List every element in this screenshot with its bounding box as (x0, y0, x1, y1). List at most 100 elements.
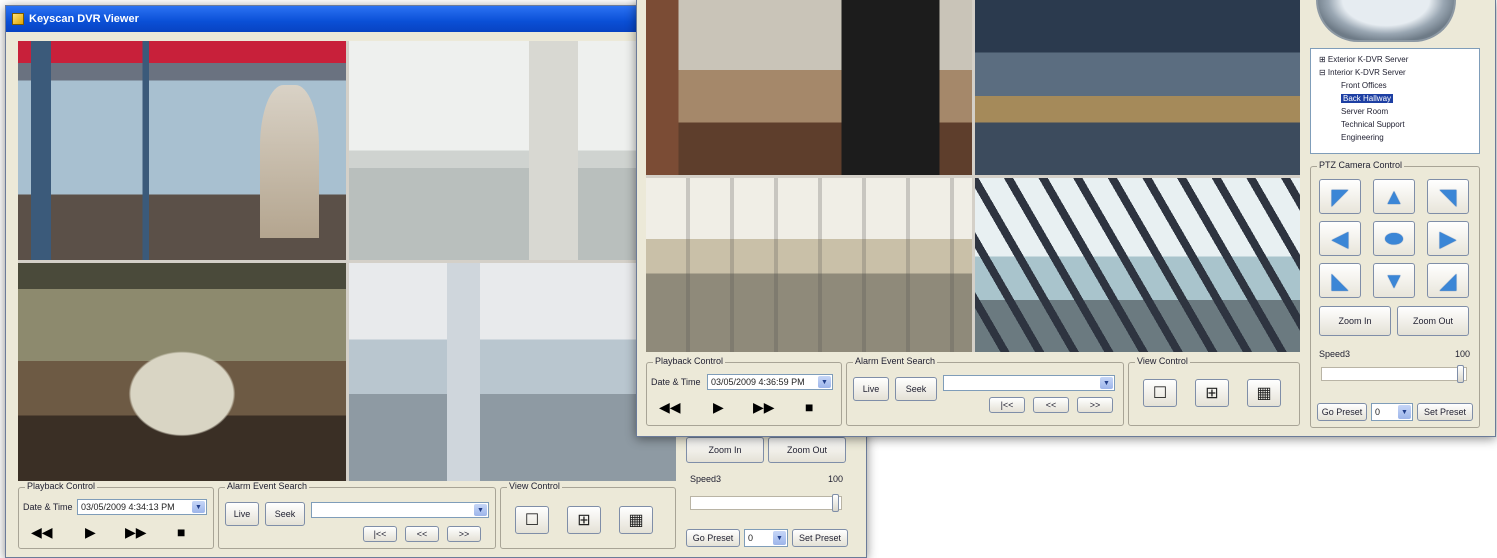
go-preset-button[interactable]: Go Preset (686, 529, 740, 547)
fast-forward-button[interactable]: ▶▶ (125, 524, 147, 541)
datetime-picker[interactable]: 03/05/2009 4:36:59 PM ▼ (707, 374, 833, 390)
app-icon (12, 13, 24, 25)
stop-button[interactable]: ■ (805, 399, 813, 415)
pan-down-right-button[interactable]: ◢ (1427, 263, 1469, 298)
speed-slider-thumb[interactable] (832, 494, 839, 512)
zoom-out-button[interactable]: Zoom Out (768, 437, 846, 463)
rewind-button[interactable]: ◀◀ (659, 399, 681, 416)
camera-view-4[interactable] (974, 177, 1300, 352)
quad-view-icon: ⊞ (1205, 385, 1219, 402)
chevron-down-icon[interactable]: ▼ (1100, 377, 1113, 389)
chevron-down-icon[interactable]: ▼ (1398, 405, 1411, 419)
speed-max-label: 100 (828, 474, 844, 484)
arrow-up-icon: ▲ (1383, 183, 1405, 209)
first-event-button[interactable]: |<< (363, 526, 397, 542)
quad-view-button[interactable]: ⊞ (567, 506, 601, 534)
arrow-down-left-icon: ◣ (1331, 267, 1349, 293)
camera-view-2[interactable] (348, 41, 676, 260)
chevron-down-icon[interactable]: ▼ (192, 501, 205, 513)
next-event-button[interactable]: >> (1077, 397, 1113, 413)
pan-down-button[interactable]: ▼ (1373, 263, 1415, 298)
nine-view-button[interactable]: ▦ (1247, 379, 1281, 407)
alarm-event-select[interactable]: ▼ (943, 375, 1115, 391)
pan-left-button[interactable]: ◀ (1319, 221, 1361, 256)
live-button[interactable]: Live (225, 502, 259, 526)
speed-slider[interactable] (1321, 367, 1467, 381)
rewind-button[interactable]: ◀◀ (31, 524, 53, 541)
single-view-icon: ☐ (1152, 385, 1168, 402)
single-view-button[interactable]: ☐ (1143, 379, 1177, 407)
camera-view-4[interactable] (348, 262, 676, 481)
center-circle-icon: ⬬ (1384, 225, 1404, 251)
arrow-up-right-icon: ◥ (1439, 183, 1457, 209)
fast-forward-button[interactable]: ▶▶ (753, 399, 775, 416)
speed-slider-thumb[interactable] (1457, 365, 1464, 383)
alarm-event-select[interactable]: ▼ (311, 502, 489, 518)
set-preset-button[interactable]: Set Preset (792, 529, 848, 547)
pan-down-left-button[interactable]: ◣ (1319, 263, 1361, 298)
group-title: Alarm Event Search (853, 356, 938, 366)
alarm-event-search-group: Alarm Event Search Live Seek ▼ |<< << >> (846, 356, 1124, 426)
seek-button[interactable]: Seek (265, 502, 305, 526)
nine-view-icon: ▦ (1256, 385, 1272, 402)
play-button[interactable]: ▶ (713, 399, 724, 416)
next-event-button[interactable]: >> (447, 526, 481, 542)
tree-node-back-hallway[interactable]: Back Hallway (1341, 94, 1394, 103)
tree-node-technical-support[interactable]: Technical Support (1341, 120, 1405, 129)
chevron-down-icon[interactable]: ▼ (818, 376, 831, 388)
set-preset-button[interactable]: Set Preset (1417, 403, 1473, 421)
stop-button[interactable]: ■ (177, 524, 185, 540)
speed-label: Speed3 (1319, 349, 1351, 359)
zoom-out-button[interactable]: Zoom Out (1397, 306, 1469, 336)
tree-node-engineering[interactable]: Engineering (1341, 133, 1384, 142)
server-camera-tree[interactable]: ⊞ Exterior K-DVR Server ⊟ Interior K-DVR… (1310, 48, 1480, 154)
datetime-picker[interactable]: 03/05/2009 4:34:13 PM ▼ (77, 499, 207, 515)
camera-view-1[interactable] (646, 0, 972, 175)
arrow-down-icon: ▼ (1383, 267, 1405, 293)
preset-select[interactable]: 0 ▼ (1371, 403, 1413, 421)
tree-node-exterior-server[interactable]: ⊞ Exterior K-DVR Server (1319, 55, 1408, 64)
ptz-camera-control-group: PTZ Camera Control ◤ ▲ ◥ ◀ ⬬ ▶ ◣ ▼ ◢ Zoo… (1310, 160, 1480, 428)
single-view-icon: ☐ (524, 512, 540, 529)
chevron-down-icon[interactable]: ▼ (773, 531, 786, 545)
speed-slider[interactable] (690, 496, 842, 510)
camera-view-2[interactable] (974, 0, 1300, 175)
quad-view-icon: ⊞ (577, 512, 591, 529)
tree-node-interior-server[interactable]: ⊟ Interior K-DVR Server (1319, 68, 1406, 77)
pan-up-left-button[interactable]: ◤ (1319, 179, 1361, 214)
tree-node-front-offices[interactable]: Front Offices (1341, 81, 1387, 90)
tree-node-server-room[interactable]: Server Room (1341, 107, 1388, 116)
group-title: Playback Control (25, 481, 98, 491)
nine-view-button[interactable]: ▦ (619, 506, 653, 534)
ptz-home-button[interactable]: ⬬ (1373, 221, 1415, 256)
live-button[interactable]: Live (853, 377, 889, 401)
date-time-label: Date & Time (23, 502, 73, 512)
previous-event-button[interactable]: << (1033, 397, 1069, 413)
datetime-value: 03/05/2009 4:34:13 PM (81, 502, 175, 512)
preset-value: 0 (748, 533, 754, 543)
chevron-down-icon[interactable]: ▼ (474, 504, 487, 516)
zoom-in-button[interactable]: Zoom In (1319, 306, 1391, 336)
pan-up-right-button[interactable]: ◥ (1427, 179, 1469, 214)
camera-view-1[interactable] (18, 41, 346, 260)
previous-event-button[interactable]: << (405, 526, 439, 542)
preset-select[interactable]: 0 ▼ (744, 529, 788, 547)
play-button[interactable]: ▶ (85, 524, 96, 541)
camera-view-3[interactable] (646, 177, 972, 352)
pan-up-button[interactable]: ▲ (1373, 179, 1415, 214)
seek-button[interactable]: Seek (895, 377, 937, 401)
view-control-group: View Control ☐ ⊞ ▦ (1128, 356, 1300, 426)
go-preset-button[interactable]: Go Preset (1317, 403, 1367, 421)
group-title: Playback Control (653, 356, 726, 366)
first-event-button[interactable]: |<< (989, 397, 1025, 413)
zoom-in-button[interactable]: Zoom In (686, 437, 764, 463)
date-time-label: Date & Time (651, 377, 701, 387)
single-view-button[interactable]: ☐ (515, 506, 549, 534)
pan-right-button[interactable]: ▶ (1427, 221, 1469, 256)
quad-view-button[interactable]: ⊞ (1195, 379, 1229, 407)
camera-view-3[interactable] (18, 262, 346, 481)
camera-grid (646, 0, 1300, 352)
group-title: PTZ Camera Control (1317, 160, 1405, 170)
arrow-down-right-icon: ◢ (1439, 267, 1457, 293)
arrow-right-icon: ▶ (1439, 225, 1457, 251)
